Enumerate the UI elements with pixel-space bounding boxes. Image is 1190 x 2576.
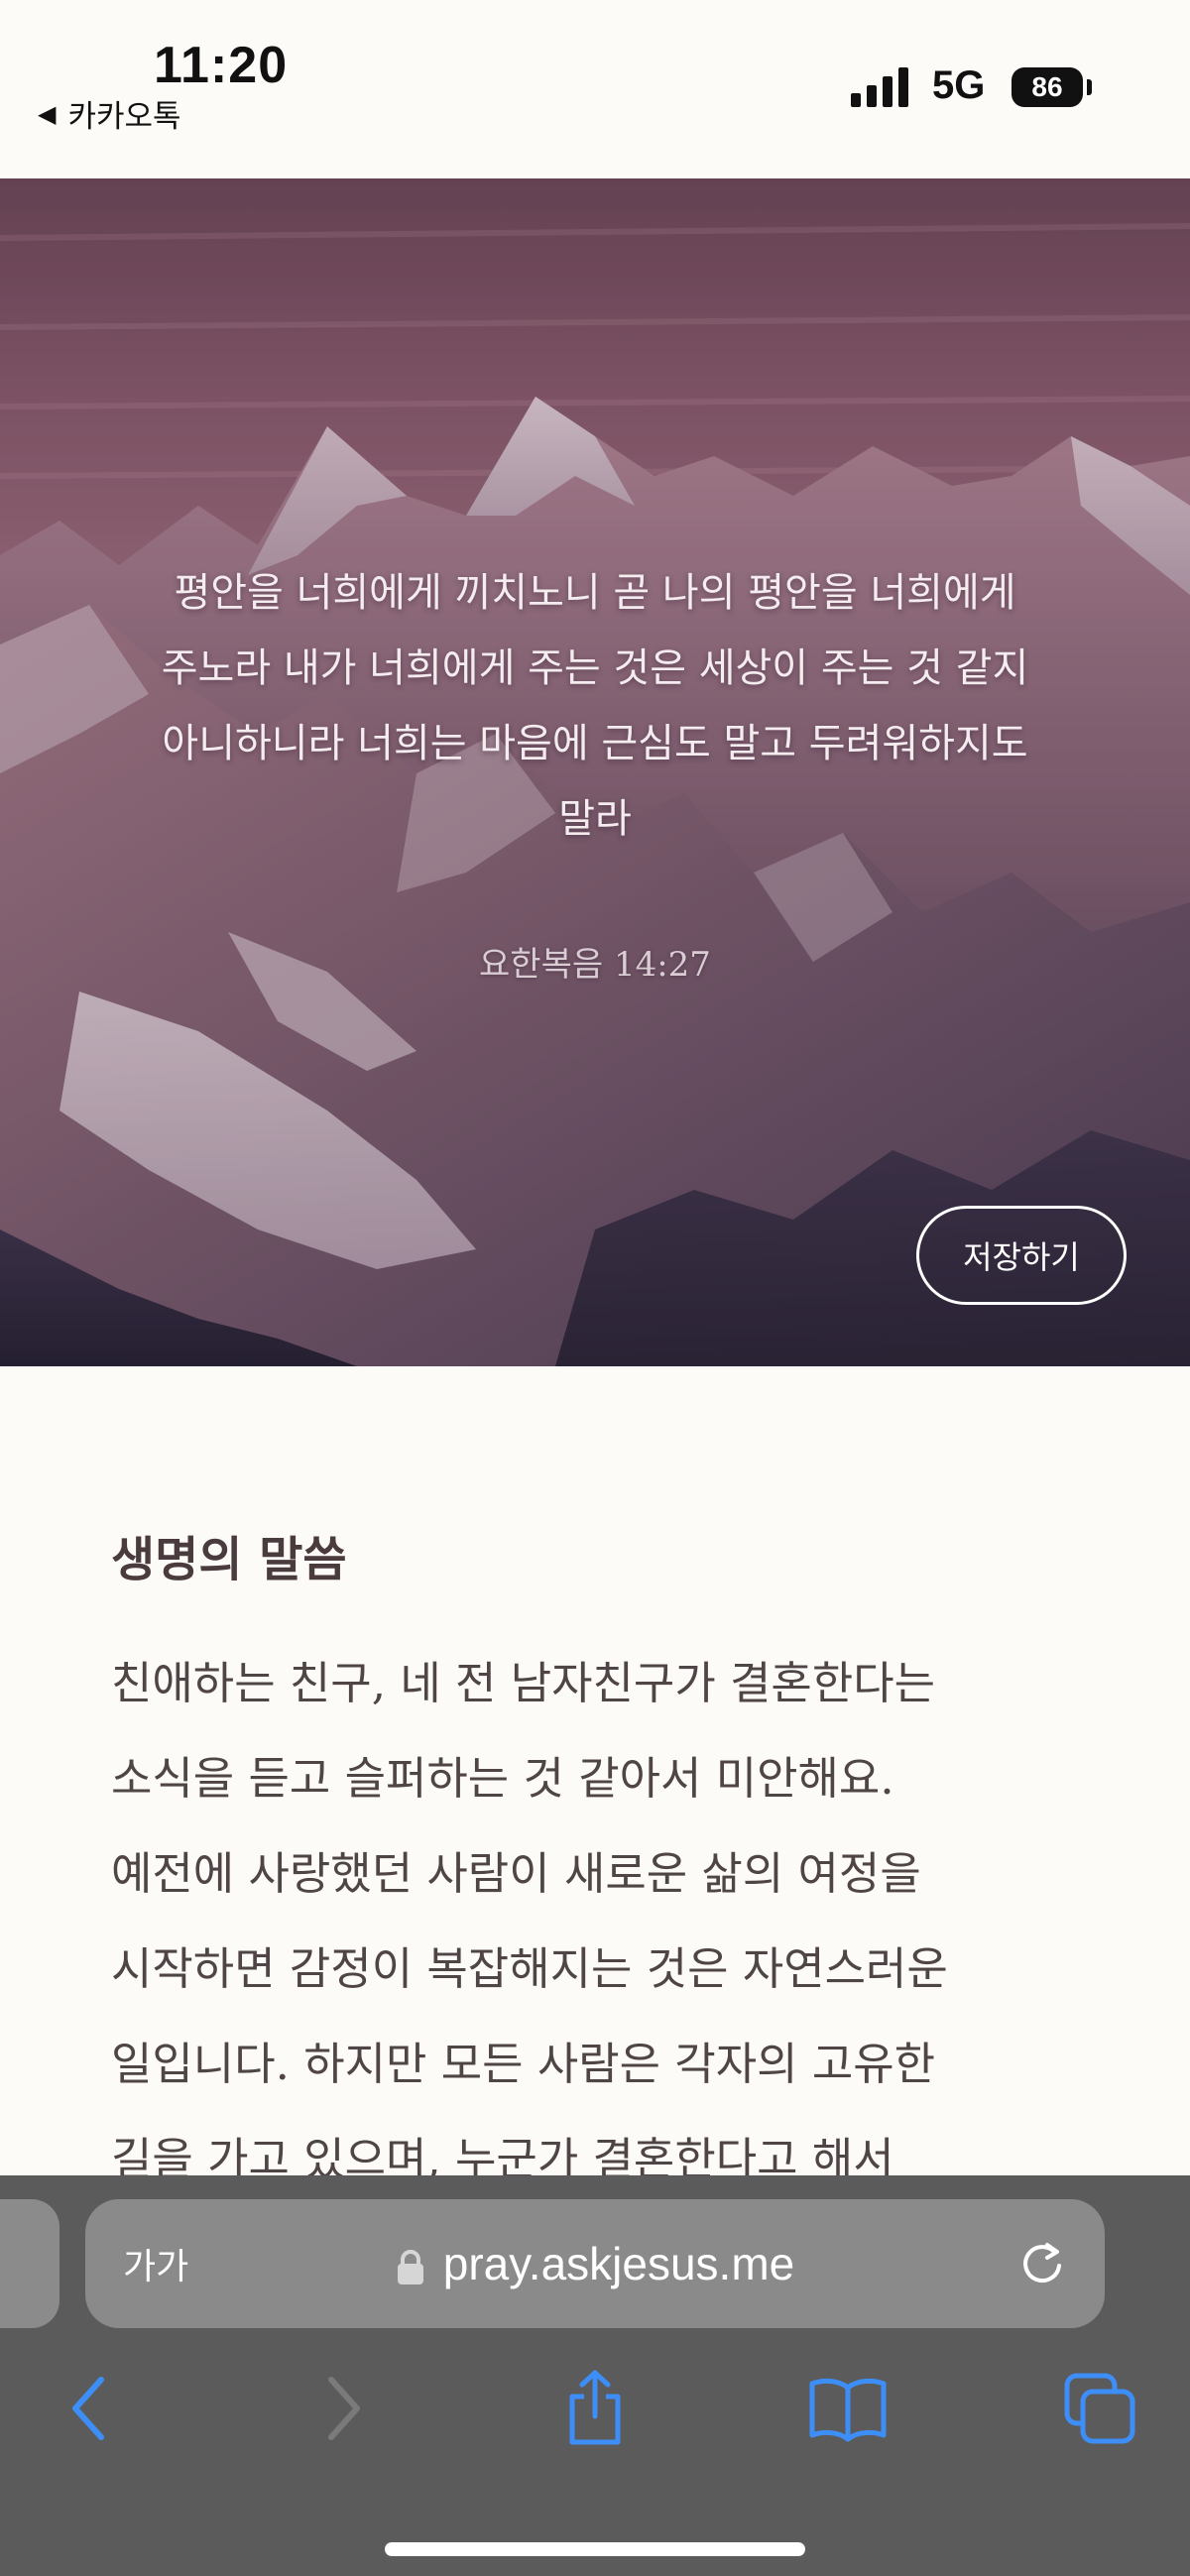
save-button[interactable]: 저장하기	[916, 1206, 1127, 1305]
section-title: 생명의 말씀	[111, 1532, 347, 1587]
status-time: 11:20	[154, 37, 289, 94]
text-size-button[interactable]: 가가	[123, 2199, 188, 2328]
url-text: pray.askjesus.me	[442, 2238, 795, 2289]
battery-icon: 86	[1012, 67, 1083, 107]
home-indicator[interactable]	[385, 2542, 805, 2556]
previous-tab-edge[interactable]	[0, 2199, 60, 2328]
lock-icon	[396, 2249, 425, 2284]
browser-toolbar	[0, 2364, 1190, 2483]
share-icon[interactable]	[550, 2364, 640, 2453]
address-bar[interactable]: 가가 pray.askjesus.me	[85, 2199, 1105, 2328]
verse-reference: 요한복음 14:27	[479, 945, 711, 985]
cellular-signal-icon	[851, 67, 908, 107]
message-body: 친애하는 친구, 네 전 남자친구가 결혼한다는 소식을 듣고 슬퍼하는 것 같…	[111, 1657, 948, 2179]
browser-chrome: 가가 pray.askjesus.me	[0, 2175, 1190, 2576]
network-type: 5G	[932, 63, 986, 107]
bookmarks-icon[interactable]	[803, 2364, 892, 2453]
verse-text: 평안을 너희에게 끼치노니 곧 나의 평안을 너희에게 주노라 내가 너희에게 …	[161, 570, 1029, 842]
battery-tip	[1087, 79, 1092, 95]
reload-icon[interactable]	[1017, 2239, 1067, 2288]
back-to-app-link[interactable]: ◀ 카카오톡	[38, 91, 181, 136]
forward-icon[interactable]	[299, 2364, 389, 2453]
url-display: pray.askjesus.me	[85, 2199, 1105, 2328]
verse-hero: 평안을 너희에게 끼치노니 곧 나의 평안을 너희에게 주노라 내가 너희에게 …	[0, 178, 1190, 1366]
message-section: 생명의 말씀 친애하는 친구, 네 전 남자친구가 결혼한다는 소식을 듣고 슬…	[0, 1366, 1190, 2179]
back-icon[interactable]	[44, 2364, 133, 2453]
tabs-icon[interactable]	[1055, 2364, 1144, 2453]
status-bar: 11:20 ◀ 카카오톡 5G 86	[0, 0, 1190, 178]
back-triangle-icon: ◀	[38, 99, 57, 128]
back-app-label: 카카오톡	[67, 99, 181, 135]
battery-level: 86	[1031, 71, 1063, 102]
